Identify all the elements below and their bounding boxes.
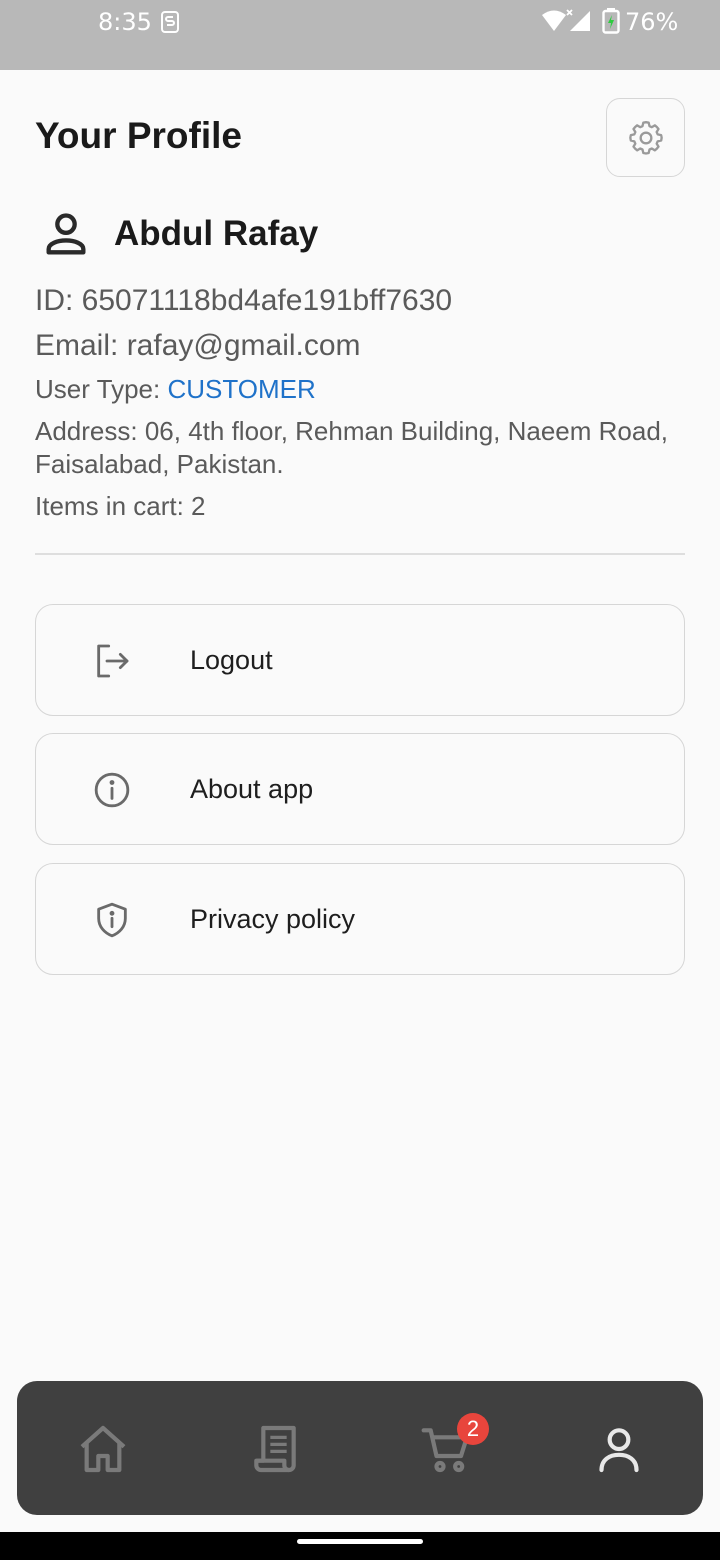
s-icon [161,11,179,33]
person-icon [46,213,86,255]
wifi-icon [542,9,590,31]
user-email: Email: rafay@gmail.com [35,329,361,362]
privacy-policy-button[interactable]: Privacy policy [35,863,685,975]
status-time: 8:35 [98,8,152,36]
user-row: Abdul Rafay [40,208,318,262]
signal-icon [570,11,590,31]
user-id: ID: 65071118bd4afe191bff7630 [35,284,453,317]
privacy-policy-label: Privacy policy [190,904,356,934]
about-app-button[interactable]: About app [35,733,685,845]
status-bar: 8:35 76% [0,0,720,70]
bottom-nav: 2 [17,1381,703,1515]
gesture-bar [0,1532,720,1560]
battery-charging-icon [602,8,620,34]
logout-button[interactable]: Logout [35,604,685,716]
user-address: Address: 06, 4th floor, Rehman Building,… [35,416,669,479]
user-name: Abdul Rafay [114,214,319,253]
shield-icon [97,902,127,938]
logout-icon [97,644,129,678]
page-title: Your Profile [35,115,242,156]
about-app-label: About app [190,774,314,804]
divider [35,553,685,555]
gesture-handle[interactable] [297,1539,423,1544]
settings-button[interactable] [606,98,685,177]
logout-label: Logout [190,645,273,675]
cart-badge: 2 [457,1413,489,1445]
profile-icon[interactable] [591,1421,647,1477]
user-type: User Type: CUSTOMER [35,374,316,404]
user-type-value: CUSTOMER [167,374,316,404]
home-icon[interactable] [75,1421,131,1477]
receipt-icon[interactable] [247,1421,303,1477]
cart-count: Items in cart: 2 [35,491,206,521]
battery-percentage: 76% [625,8,679,36]
gear-icon [628,120,663,155]
info-icon [94,772,130,808]
